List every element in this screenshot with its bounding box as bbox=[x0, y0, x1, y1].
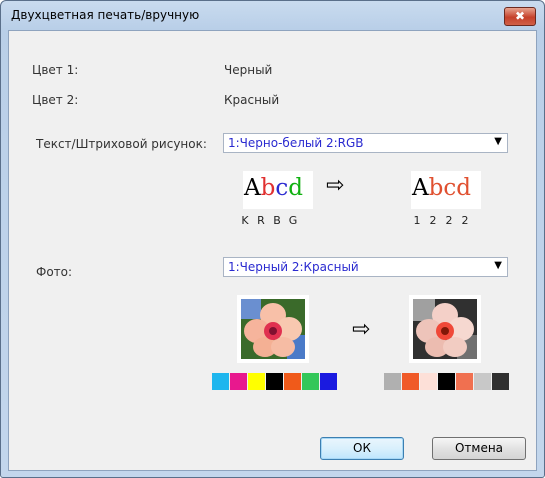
color-code: B bbox=[273, 214, 281, 227]
sample-letter: c bbox=[275, 175, 289, 201]
ok-button[interactable]: ОК bbox=[320, 437, 404, 460]
color-swatch bbox=[402, 373, 419, 390]
text-lineart-selected: 1:Черно-белый 2:RGB bbox=[228, 136, 364, 150]
color-code: G bbox=[288, 214, 298, 227]
photo-sample-original bbox=[237, 295, 309, 363]
color1-label: Цвет 1: bbox=[32, 63, 79, 77]
chevron-down-icon: ▼ bbox=[494, 136, 502, 147]
photo-dropdown[interactable]: 1:Черный 2:Красный ▼ bbox=[223, 257, 508, 277]
window-title: Двухцветная печать/вручную bbox=[11, 8, 200, 22]
photo-label: Фото: bbox=[36, 265, 73, 279]
color1-value: Черный bbox=[224, 63, 273, 77]
color-code: R bbox=[257, 214, 265, 227]
color-swatch bbox=[438, 373, 455, 390]
flower-image-color bbox=[241, 299, 305, 359]
color-swatch bbox=[266, 373, 283, 390]
text-lineart-dropdown[interactable]: 1:Черно-белый 2:RGB ▼ bbox=[223, 133, 508, 153]
abcd-sample-after: Abcd bbox=[412, 175, 471, 201]
color-swatch bbox=[248, 373, 265, 390]
color-swatch bbox=[384, 373, 401, 390]
flower-image-twocolor bbox=[413, 299, 477, 359]
arrow-right-icon: ⇨ bbox=[352, 317, 371, 342]
dialog-body: Цвет 1: Черный Цвет 2: Красный Текст/Штр… bbox=[8, 30, 537, 471]
close-icon: ✖ bbox=[514, 9, 526, 23]
color-code: 1 bbox=[413, 214, 421, 227]
color-code: 2 bbox=[445, 214, 453, 227]
sample-letter: A bbox=[244, 175, 261, 201]
color-codes-after: 1222 bbox=[409, 214, 473, 227]
color-codes-before: KRBG bbox=[237, 214, 301, 227]
color-swatch bbox=[474, 373, 491, 390]
sample-letter: d bbox=[456, 175, 471, 201]
sample-letter: d bbox=[288, 175, 303, 201]
photo-selected: 1:Черный 2:Красный bbox=[228, 260, 359, 274]
color-swatch bbox=[230, 373, 247, 390]
color-swatch bbox=[456, 373, 473, 390]
color-swatch bbox=[302, 373, 319, 390]
sample-letter: b bbox=[428, 175, 444, 201]
color-swatch bbox=[492, 373, 509, 390]
abcd-sample-before: Abcd bbox=[244, 175, 303, 201]
color-code: 2 bbox=[461, 214, 469, 227]
color-code: K bbox=[241, 214, 249, 227]
sample-letter: b bbox=[260, 175, 276, 201]
text-sample-original: Abcd bbox=[243, 171, 313, 209]
dialog-window: Двухцветная печать/вручную ✖ Цвет 1: Чер… bbox=[0, 0, 545, 478]
color-code: 2 bbox=[429, 214, 437, 227]
color2-label: Цвет 2: bbox=[32, 93, 79, 107]
arrow-right-icon: ⇨ bbox=[326, 173, 345, 198]
title-bar: Двухцветная печать/вручную ✖ bbox=[1, 1, 544, 29]
cancel-button[interactable]: Отмена bbox=[432, 437, 526, 460]
sample-letter: A bbox=[412, 175, 429, 201]
sample-letter: c bbox=[443, 175, 457, 201]
close-button[interactable]: ✖ bbox=[504, 7, 536, 26]
text-lineart-label: Текст/Штриховой рисунок: bbox=[36, 137, 207, 151]
chevron-down-icon: ▼ bbox=[494, 260, 502, 271]
color2-value: Красный bbox=[224, 93, 280, 107]
text-sample-result: Abcd bbox=[411, 171, 481, 209]
color-swatch bbox=[320, 373, 337, 390]
color-swatch bbox=[212, 373, 229, 390]
color-swatch bbox=[420, 373, 437, 390]
photo-sample-result bbox=[409, 295, 481, 363]
color-swatch bbox=[284, 373, 301, 390]
